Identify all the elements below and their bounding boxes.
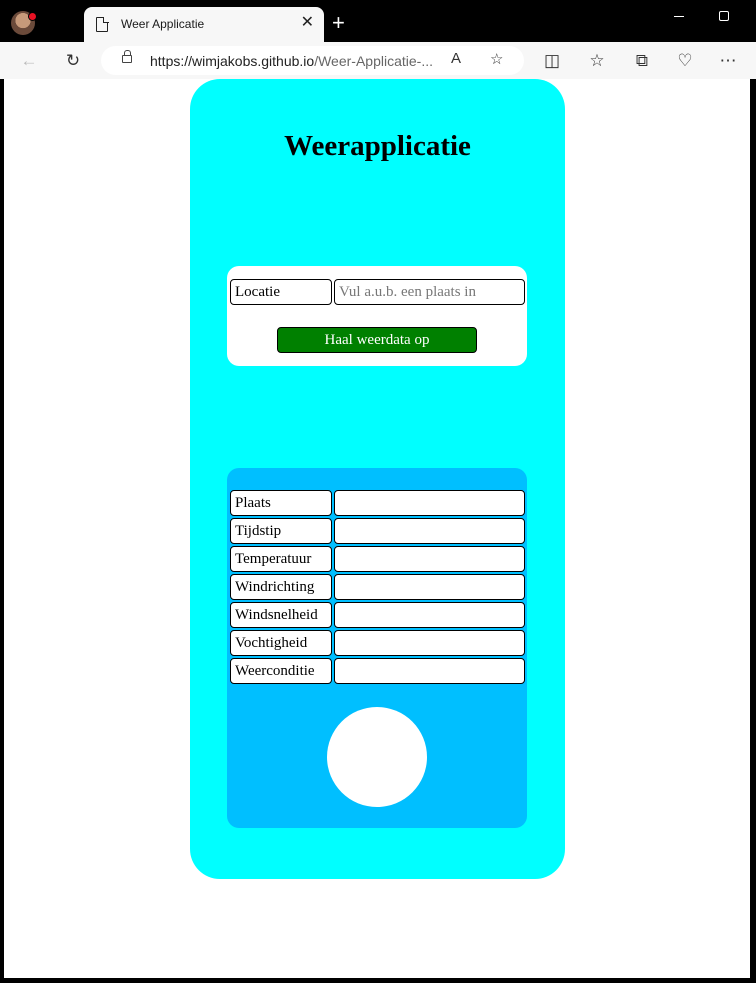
result-label: Tijdstip <box>230 518 332 544</box>
weather-condition-icon <box>327 707 427 807</box>
new-tab-icon[interactable]: + <box>332 12 345 34</box>
weather-app-container: Weerapplicatie Locatie Haal weerdata op … <box>190 79 565 879</box>
back-icon[interactable]: ← <box>18 50 40 72</box>
favorites-icon[interactable]: ☆ <box>586 50 608 72</box>
result-value <box>334 518 525 544</box>
result-value <box>334 630 525 656</box>
result-value <box>334 546 525 572</box>
search-card: Locatie Haal weerdata op <box>227 266 527 366</box>
lock-icon <box>122 50 132 63</box>
results-card: Plaats Tijdstip Temperatuur Windrichting Win… <box>227 468 527 828</box>
page-viewport: Weerapplicatie Locatie Haal weerdata op … <box>4 79 750 978</box>
close-tab-icon[interactable]: ✕ <box>301 15 314 31</box>
result-value <box>334 602 525 628</box>
result-label: Windsnelheid <box>230 602 332 628</box>
minimize-icon[interactable] <box>674 16 684 17</box>
result-label: Vochtigheid <box>230 630 332 656</box>
result-label: Windrichting <box>230 574 332 600</box>
favorite-star-icon[interactable]: ☆ <box>490 50 503 68</box>
result-label: Plaats <box>230 490 332 516</box>
result-label: Temperatuur <box>230 546 332 572</box>
url-host: https://wimjakobs.github.io <box>150 53 315 69</box>
read-aloud-icon[interactable]: A <box>451 50 461 67</box>
result-value <box>334 574 525 600</box>
app-title: Weerapplicatie <box>284 130 471 162</box>
fetch-weather-button[interactable]: Haal weerdata op <box>277 327 477 353</box>
split-screen-icon[interactable]: ◫ <box>541 50 563 72</box>
browser-toolbar: ← ↻ https://wimjakobs.github.io/Weer-App… <box>0 42 756 79</box>
result-label: Weerconditie <box>230 658 332 684</box>
location-input[interactable] <box>334 279 525 305</box>
collections-icon[interactable]: ⧉ <box>631 50 653 72</box>
browser-health-icon[interactable]: ♡ <box>674 50 696 72</box>
location-label: Locatie <box>230 279 332 305</box>
maximize-icon[interactable] <box>719 11 729 21</box>
refresh-icon[interactable]: ↻ <box>62 50 84 72</box>
result-value <box>334 658 525 684</box>
more-menu-icon[interactable]: ⋯ <box>717 50 739 72</box>
page-icon <box>96 16 109 32</box>
notification-dot-icon <box>28 12 37 21</box>
browser-tab[interactable]: Weer Applicatie ✕ <box>84 7 324 43</box>
tab-title: Weer Applicatie <box>121 17 205 31</box>
address-bar[interactable]: https://wimjakobs.github.io/Weer-Applica… <box>101 46 524 75</box>
browser-titlebar: Weer Applicatie ✕ + <box>0 0 756 43</box>
url-path: /Weer-Applicatie-... <box>314 53 433 69</box>
result-value <box>334 490 525 516</box>
url-text: https://wimjakobs.github.io/Weer-Applica… <box>150 53 433 69</box>
